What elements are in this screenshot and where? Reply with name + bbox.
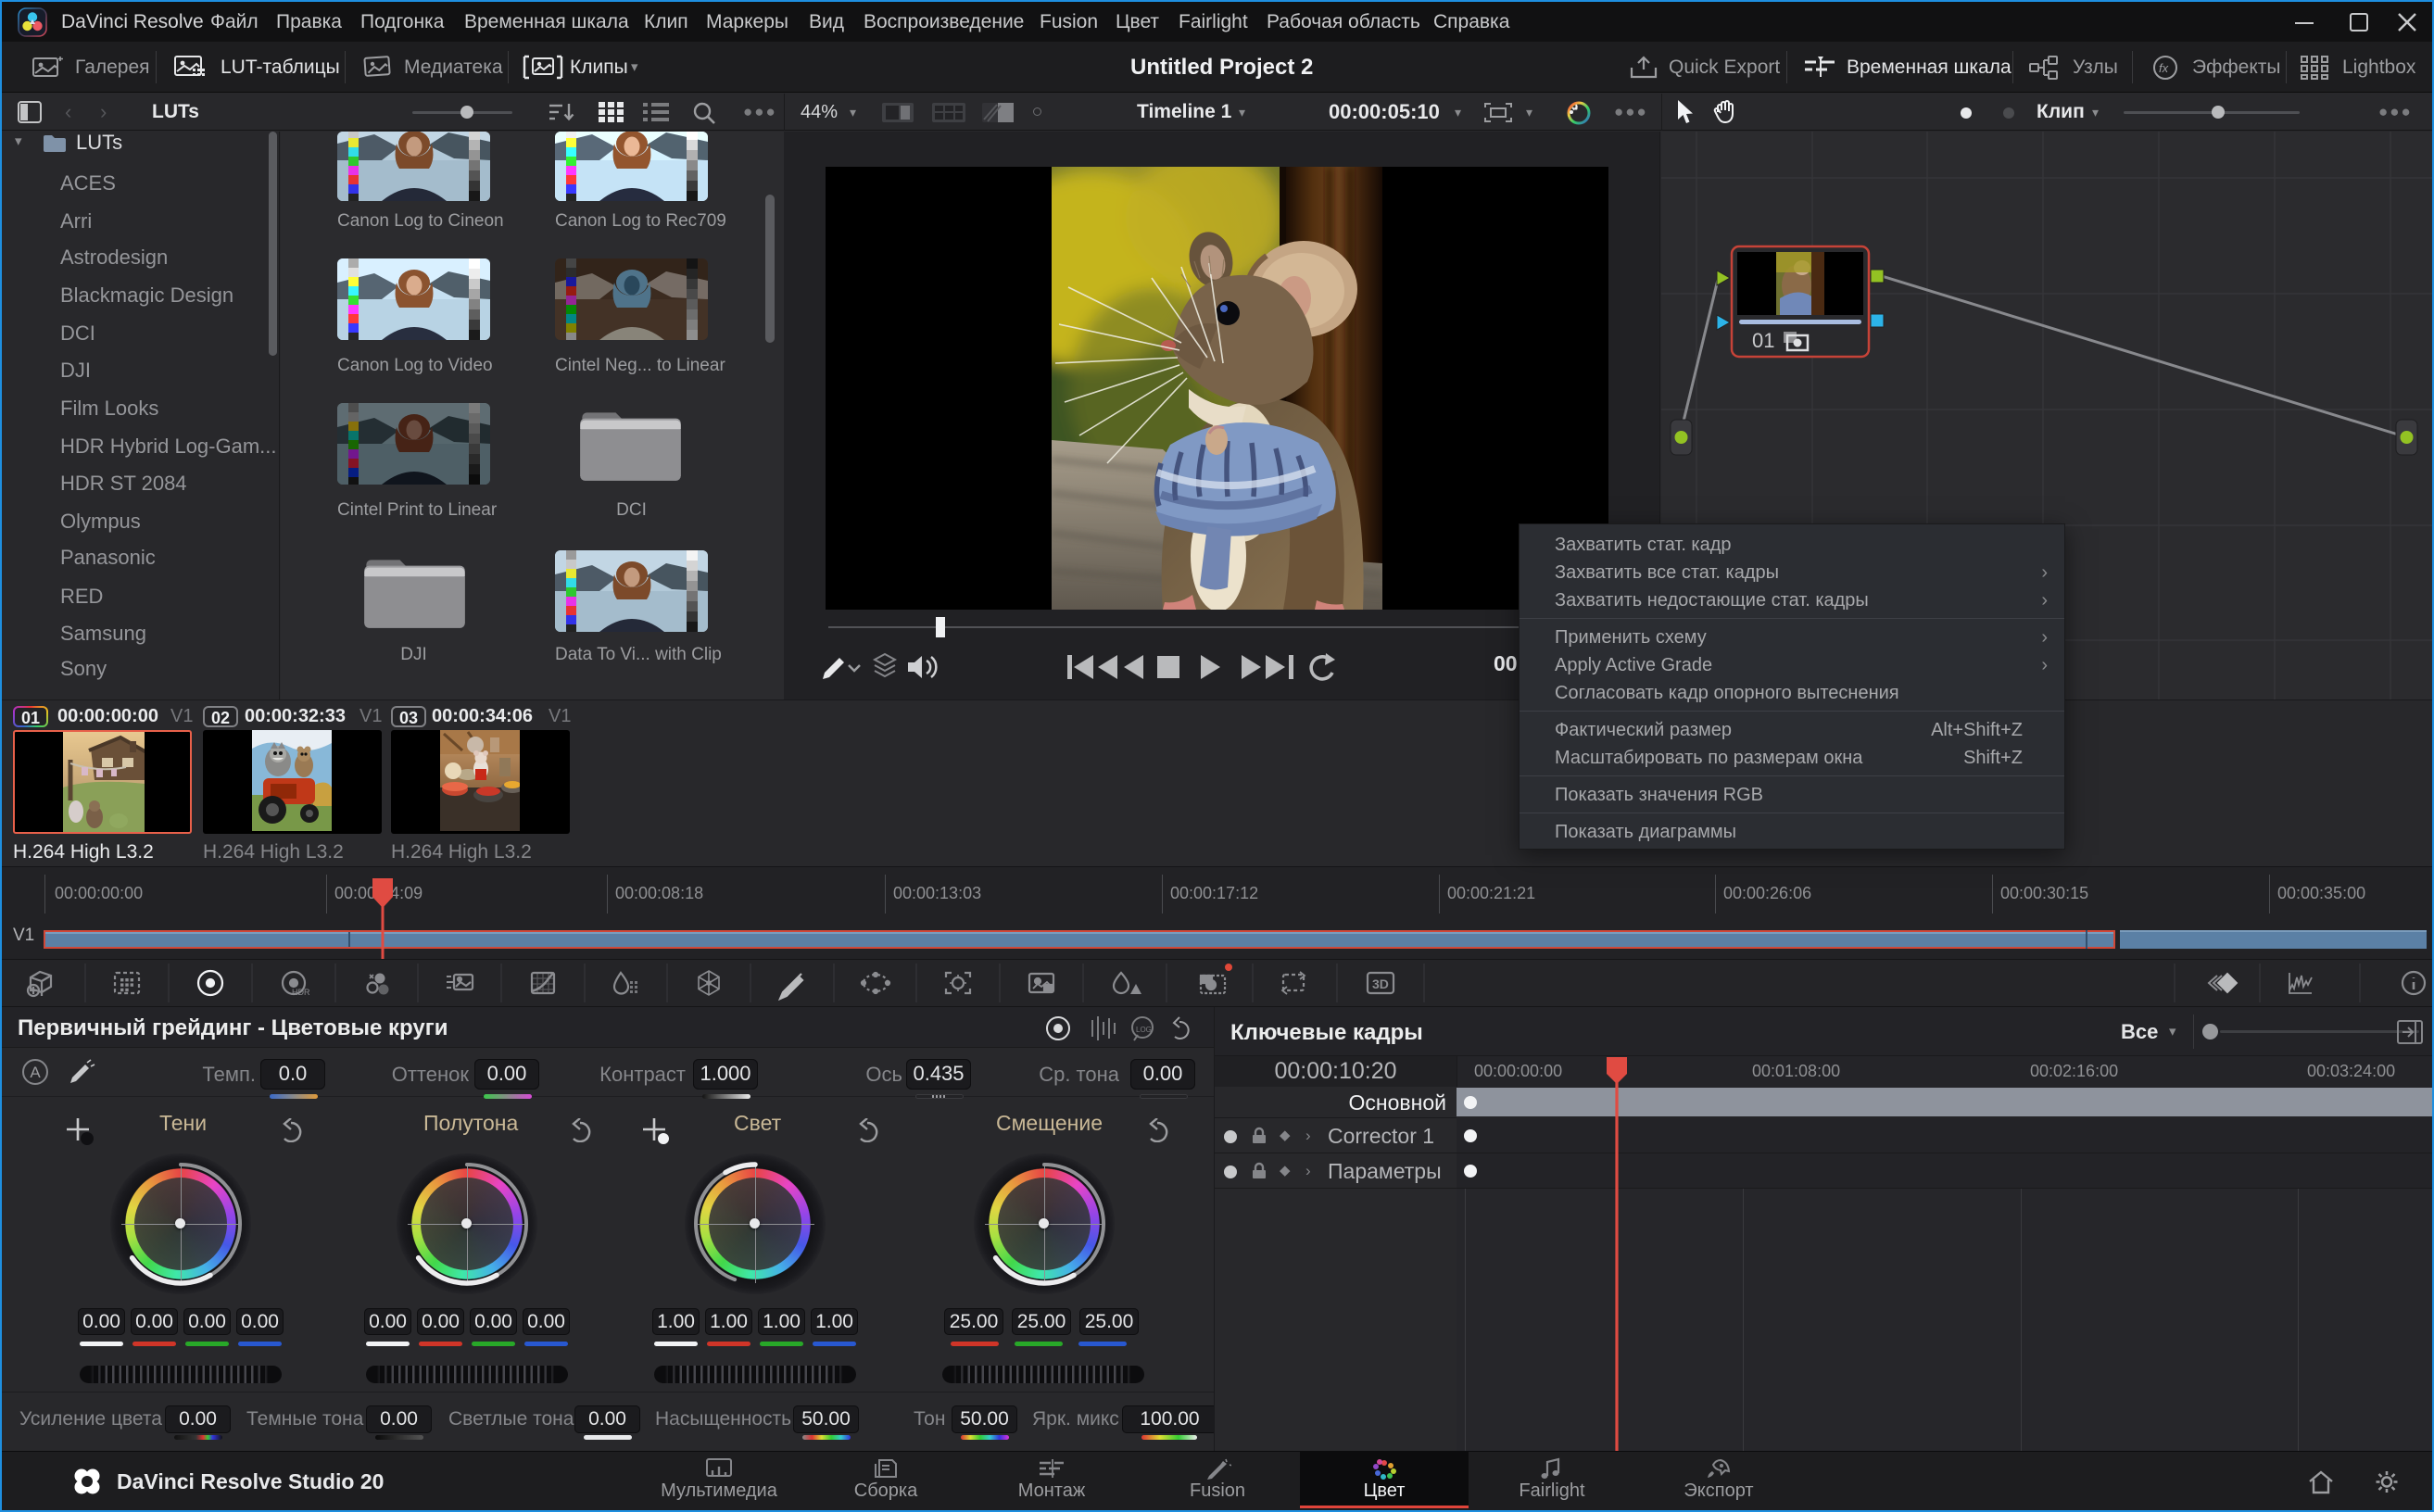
svg-text:LOG: LOG bbox=[1136, 1026, 1152, 1034]
svg-text:01: 01 bbox=[1752, 329, 1774, 352]
svg-text:3D: 3D bbox=[1372, 976, 1389, 991]
svg-text:fx: fx bbox=[2159, 61, 2169, 75]
svg-text:HDR: HDR bbox=[292, 988, 310, 997]
